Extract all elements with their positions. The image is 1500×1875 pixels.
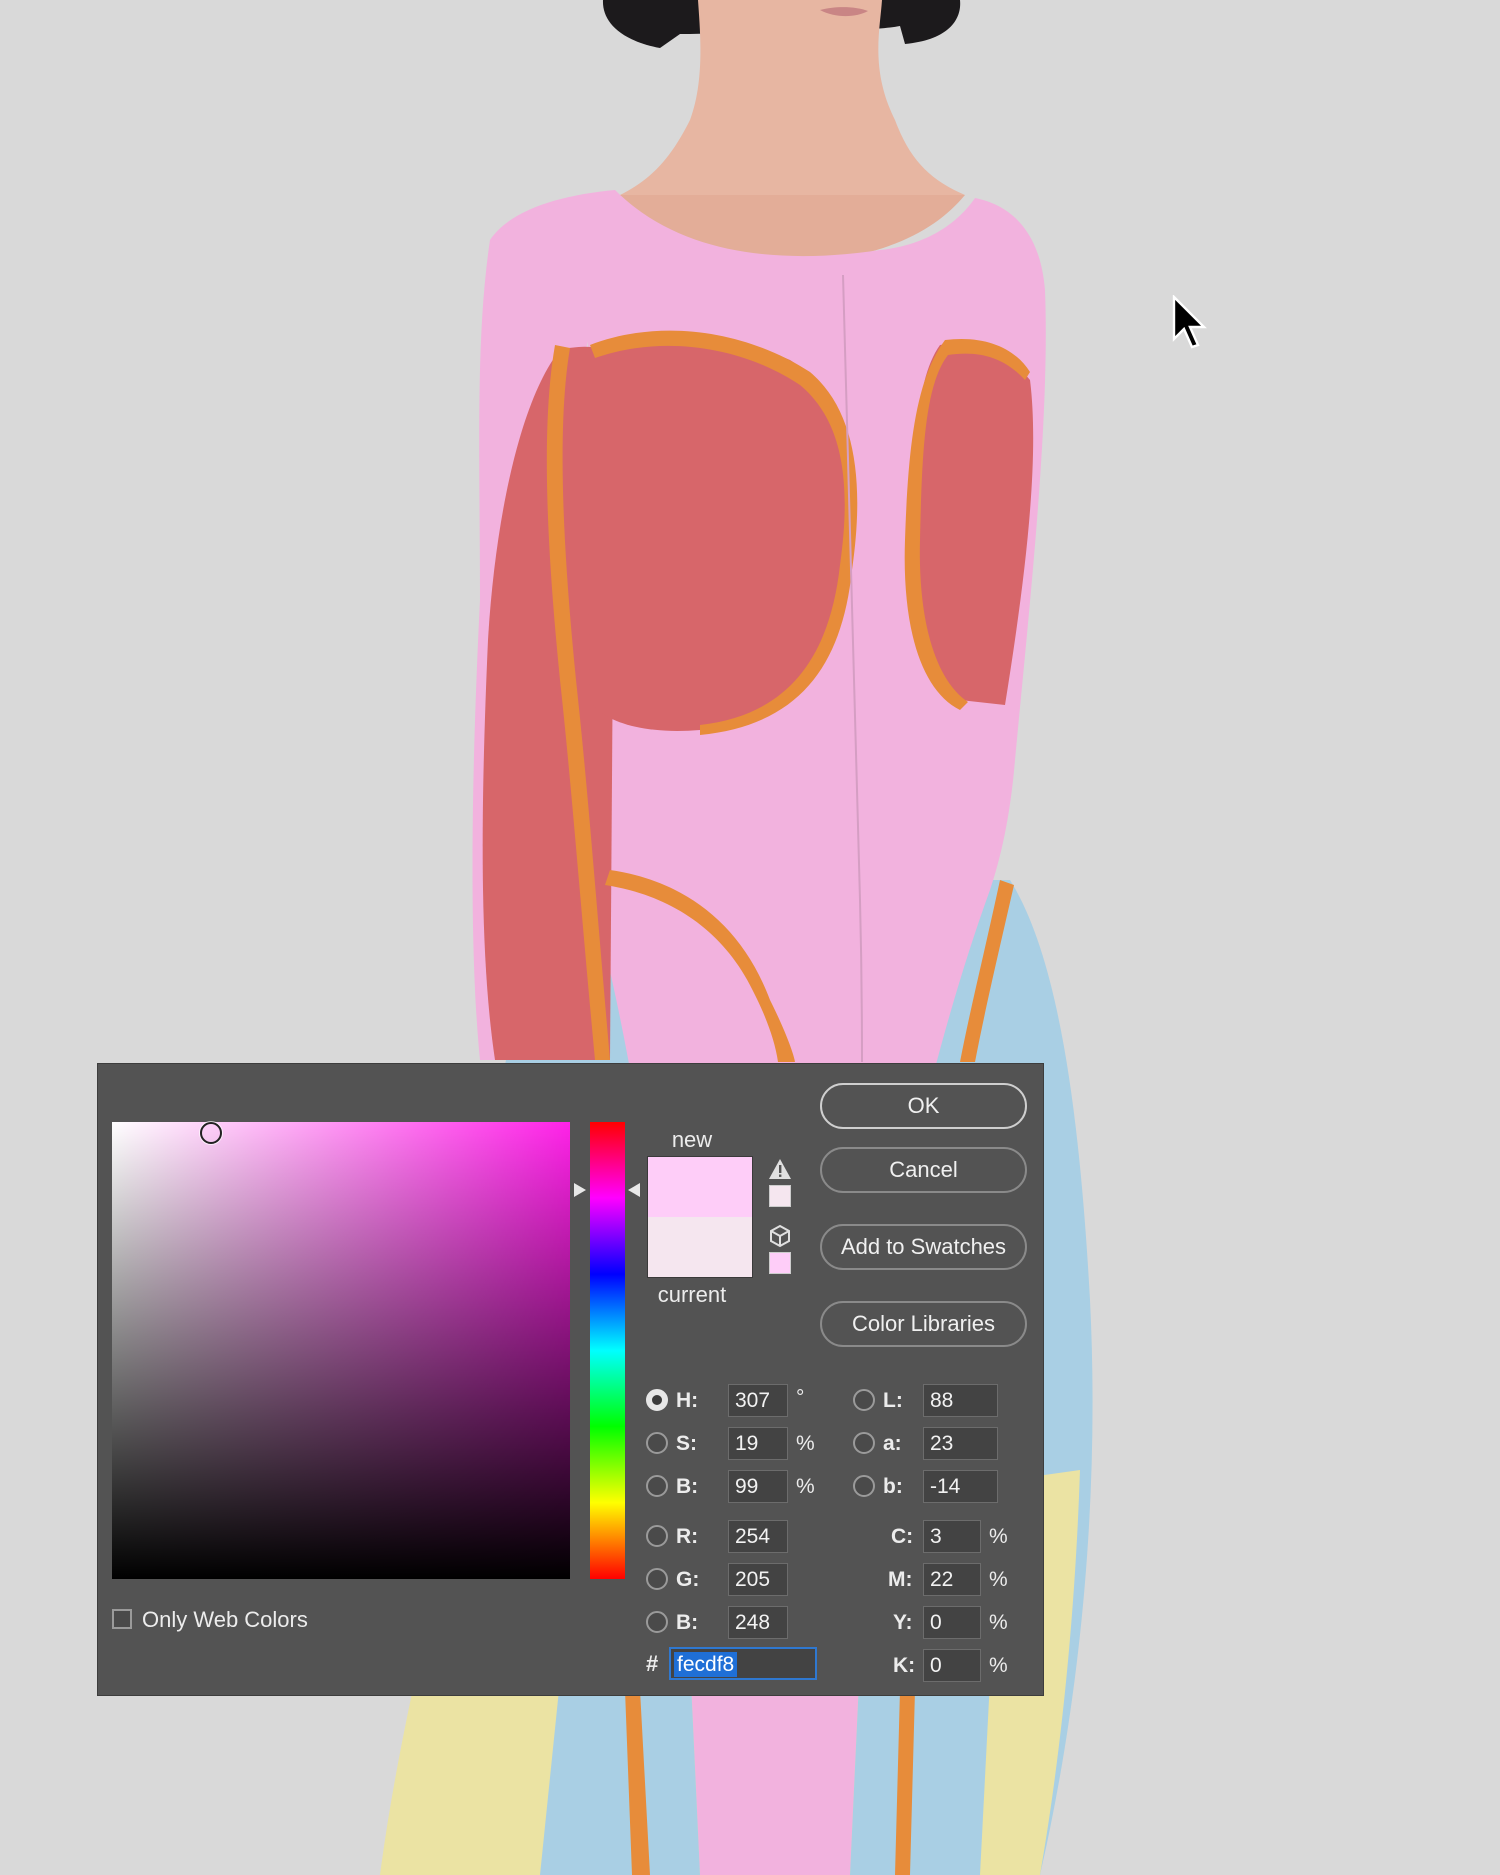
b-channel-label: b: (883, 1475, 903, 1498)
lightness-radio[interactable] (853, 1389, 875, 1411)
saturation-radio[interactable] (646, 1432, 668, 1454)
b-channel-input[interactable]: -14 (923, 1470, 998, 1503)
color-comparison-swatch (647, 1156, 753, 1278)
color-field-marker[interactable] (200, 1122, 222, 1144)
hue-input[interactable]: 307 (728, 1384, 788, 1417)
brightness-label: B: (676, 1475, 699, 1498)
red-label: R: (676, 1525, 699, 1548)
brightness-unit: % (796, 1475, 815, 1498)
lightness-input[interactable]: 88 (923, 1384, 998, 1417)
magenta-unit: % (989, 1568, 1008, 1591)
red-radio[interactable] (646, 1525, 668, 1547)
black-input[interactable]: 0 (923, 1649, 981, 1682)
ok-button[interactable]: OK (820, 1083, 1027, 1129)
green-label: G: (676, 1568, 700, 1591)
only-web-colors-label: Only Web Colors (142, 1607, 308, 1632)
cyan-label: C: (891, 1525, 914, 1548)
new-color-swatch (648, 1157, 752, 1217)
web-safe-swatch[interactable] (769, 1252, 791, 1274)
only-web-colors-checkbox[interactable] (112, 1609, 132, 1629)
yellow-label: Y: (893, 1611, 913, 1634)
new-color-label: new (671, 1127, 713, 1152)
saturation-brightness-field[interactable] (112, 1122, 570, 1579)
web-safe-cube-icon[interactable] (768, 1224, 792, 1248)
hue-slider[interactable] (590, 1122, 625, 1579)
red-input[interactable]: 254 (728, 1520, 788, 1553)
blue-label: B: (676, 1611, 699, 1634)
black-unit: % (989, 1654, 1008, 1677)
brightness-input[interactable]: 99 (728, 1470, 788, 1503)
magenta-input[interactable]: 22 (923, 1563, 981, 1596)
color-libraries-button[interactable]: Color Libraries (820, 1301, 1027, 1347)
brightness-radio[interactable] (646, 1475, 668, 1497)
green-radio[interactable] (646, 1568, 668, 1590)
blue-input[interactable]: 248 (728, 1606, 788, 1639)
magenta-label: M: (888, 1568, 913, 1591)
add-to-swatches-button[interactable]: Add to Swatches (820, 1224, 1027, 1270)
hue-slider-handle-right[interactable] (628, 1183, 640, 1197)
yellow-unit: % (989, 1611, 1008, 1634)
gamut-correction-swatch[interactable] (769, 1185, 791, 1207)
current-color-swatch[interactable] (648, 1217, 752, 1277)
mouse-cursor-icon (1172, 295, 1207, 349)
blue-radio[interactable] (646, 1611, 668, 1633)
hue-radio[interactable] (646, 1389, 668, 1411)
color-picker-dialog: new current OK Cancel Add to Swatches Co… (97, 1063, 1044, 1696)
saturation-unit: % (796, 1432, 815, 1455)
hue-slider-handle-left[interactable] (574, 1183, 586, 1197)
hex-value-selected: fecdf8 (674, 1652, 738, 1677)
a-channel-radio[interactable] (853, 1432, 875, 1454)
black-label: K: (893, 1654, 916, 1677)
cyan-input[interactable]: 3 (923, 1520, 981, 1553)
saturation-input[interactable]: 19 (728, 1427, 788, 1460)
hex-input[interactable]: fecdf8 (669, 1647, 817, 1680)
a-channel-label: a: (883, 1432, 902, 1455)
cyan-unit: % (989, 1525, 1008, 1548)
hex-label: # (646, 1651, 659, 1676)
hue-label: H: (676, 1389, 699, 1412)
a-channel-input[interactable]: 23 (923, 1427, 998, 1460)
cancel-button[interactable]: Cancel (820, 1147, 1027, 1193)
lightness-label: L: (883, 1389, 903, 1412)
gamut-warning-icon[interactable] (768, 1158, 792, 1180)
green-input[interactable]: 205 (728, 1563, 788, 1596)
current-color-label: current (657, 1282, 727, 1307)
saturation-label: S: (676, 1432, 697, 1455)
hue-unit: ° (796, 1386, 805, 1409)
b-channel-radio[interactable] (853, 1475, 875, 1497)
yellow-input[interactable]: 0 (923, 1606, 981, 1639)
